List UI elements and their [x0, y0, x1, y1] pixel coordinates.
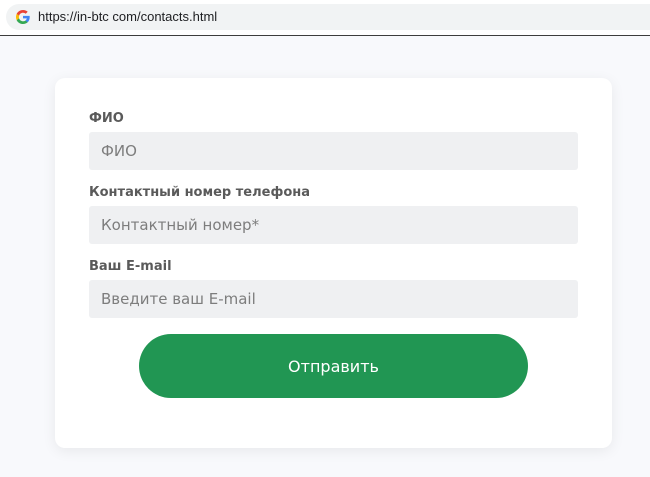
email-input[interactable] [89, 280, 578, 318]
full-name-input[interactable] [89, 132, 578, 170]
phone-label: Контактный номер телефона [89, 185, 311, 200]
phone-input[interactable] [89, 206, 578, 244]
email-label: Ваш E-mail [89, 259, 172, 274]
url-text: https://in-btc com/contacts.html [38, 9, 218, 24]
google-g-icon [16, 10, 30, 24]
browser-address-bar: https://in-btc com/contacts.html [0, 0, 650, 36]
submit-button[interactable]: Отправить [139, 334, 528, 398]
full-name-label: ФИО [89, 111, 124, 126]
url-field[interactable]: https://in-btc com/contacts.html [6, 4, 650, 30]
contact-form: ФИО Контактный номер телефона Ваш E-mail… [55, 78, 612, 448]
